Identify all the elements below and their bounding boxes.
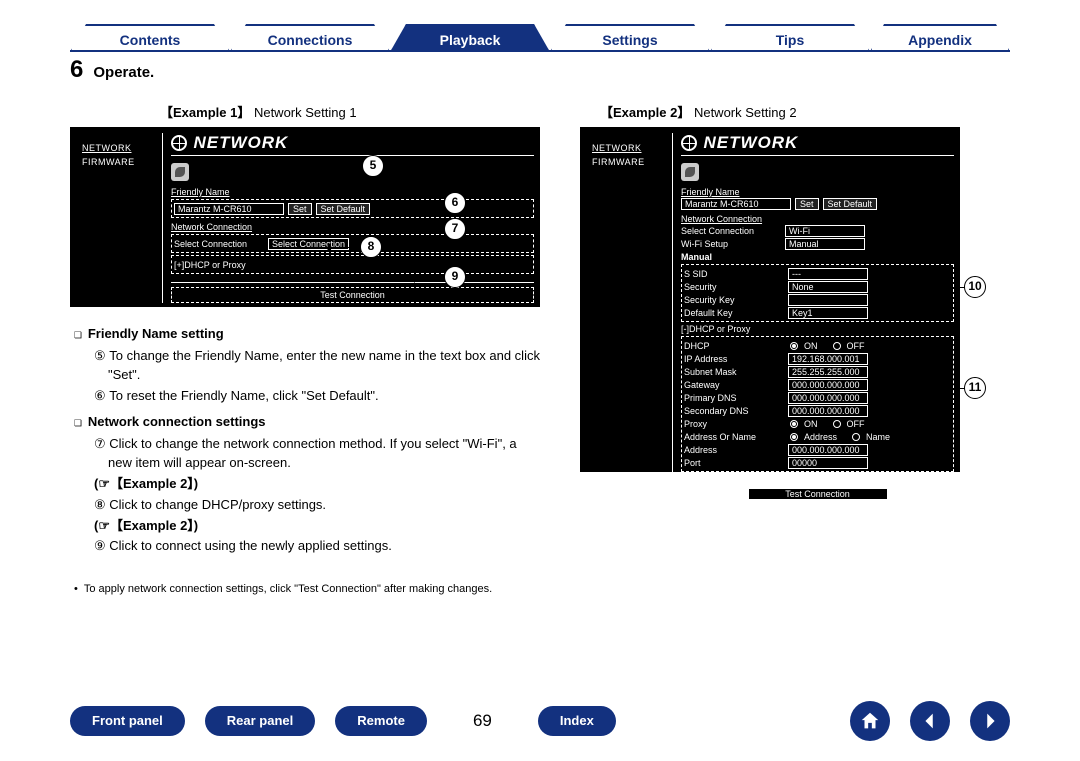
row-label: IP Address <box>684 354 784 364</box>
callout-5: 5 <box>362 155 384 177</box>
set-button-2[interactable]: Set <box>795 198 819 210</box>
row-value[interactable]: --- <box>788 268 868 280</box>
tab-appendix[interactable]: Appendix <box>870 24 1010 52</box>
wrench-icon <box>171 163 189 181</box>
tab-tips[interactable]: Tips <box>710 24 870 52</box>
tab-connections[interactable]: Connections <box>230 24 390 52</box>
example1-name: Network Setting 1 <box>254 105 357 120</box>
row-value[interactable]: 000.000.000.000 <box>788 444 868 456</box>
home-icon[interactable] <box>850 701 890 741</box>
row-value[interactable]: 192.168.000.001 <box>788 353 868 365</box>
index-button[interactable]: Index <box>538 706 616 736</box>
row-label: Secondary DNS <box>684 406 784 416</box>
row-label: Gateway <box>684 380 784 390</box>
radio-off[interactable] <box>833 342 841 350</box>
remote-button[interactable]: Remote <box>335 706 427 736</box>
callout-8: 8 <box>360 236 382 258</box>
nc-head-2: Network Connection <box>681 214 954 224</box>
example2-panel: NETWORK FIRMWARE NETWORK Friendly Name M… <box>580 127 960 472</box>
row-value[interactable]: 000.000.000.000 <box>788 379 868 391</box>
example2-name: Network Setting 2 <box>694 105 797 120</box>
test-connection-button[interactable]: Test Connection <box>320 290 385 300</box>
step-number: 6 <box>70 56 83 84</box>
callout-11: 11 <box>964 377 986 399</box>
friendly-head: Friendly Name <box>171 187 534 197</box>
row-value[interactable] <box>788 294 868 306</box>
dhcp-head[interactable]: [-]DHCP or Proxy <box>681 324 954 334</box>
globe-icon <box>681 135 697 151</box>
row-label: Subnet Mask <box>684 367 784 377</box>
side-firmware: FIRMWARE <box>82 157 156 167</box>
row-label: Security <box>684 282 784 292</box>
side-network: NETWORK <box>82 143 156 153</box>
row-label: Port <box>684 458 784 468</box>
row-label: Primary DNS <box>684 393 784 403</box>
row-label: S SID <box>684 269 784 279</box>
right-column: 【Example 2】 Network Setting 2 NETWORK FI… <box>580 102 1010 598</box>
select-conn-label: Select Connection <box>174 239 264 249</box>
example2-label: 【Example 2】 <box>600 105 690 120</box>
test-connection-button-2[interactable]: Test Connection <box>748 488 888 500</box>
callout-6: 6 <box>444 192 466 214</box>
callout-9: 9 <box>444 266 466 288</box>
radio-on[interactable] <box>790 420 798 428</box>
row-label: Security Key <box>684 295 784 305</box>
front-panel-button[interactable]: Front panel <box>70 706 185 736</box>
example1-panel: NETWORK FIRMWARE NETWORK Friendly Name M… <box>70 127 540 307</box>
friendly-head-2: Friendly Name <box>681 187 954 197</box>
radio-off[interactable] <box>833 420 841 428</box>
dhcp-proxy-toggle[interactable]: [+]DHCP or Proxy <box>174 260 246 270</box>
set-default-button-2[interactable]: Set Default <box>823 198 878 210</box>
nc-head: Network Connection <box>171 222 534 232</box>
row-label: DHCP <box>684 341 784 351</box>
next-icon[interactable] <box>970 701 1010 741</box>
panel-title: NETWORK <box>194 133 289 152</box>
wrench-icon <box>681 163 699 181</box>
globe-icon <box>171 135 187 151</box>
row-label: Select Connection <box>681 226 781 236</box>
row-value[interactable]: Manual <box>785 238 865 250</box>
set-default-button[interactable]: Set Default <box>316 203 371 215</box>
bottom-nav: Front panel Rear panel Remote 69 Index <box>0 701 1080 741</box>
prev-icon[interactable] <box>910 701 950 741</box>
callout-10: 10 <box>964 276 986 298</box>
manual-head: Manual <box>681 252 954 262</box>
side-network-2: NETWORK <box>592 143 666 153</box>
tab-playback[interactable]: Playback <box>390 24 550 52</box>
radio-address[interactable] <box>790 433 798 441</box>
callout-7: 7 <box>444 218 466 240</box>
side-firmware-2: FIRMWARE <box>592 157 666 167</box>
step-title: Operate. <box>93 64 154 81</box>
row-label: Address Or Name <box>684 432 784 442</box>
row-label: Address <box>684 445 784 455</box>
row-value[interactable]: Wi-Fi <box>785 225 865 237</box>
body-text: ❏Friendly Name setting ⑤ To change the F… <box>70 325 540 598</box>
row-value[interactable]: Key1 <box>788 307 868 319</box>
row-label: Defaullt Key <box>684 308 784 318</box>
rear-panel-button[interactable]: Rear panel <box>205 706 315 736</box>
row-value[interactable]: 000.000.000.000 <box>788 392 868 404</box>
page-number: 69 <box>473 711 492 731</box>
top-nav: Contents Connections Playback Settings T… <box>70 20 1010 52</box>
tab-contents[interactable]: Contents <box>70 24 230 52</box>
friendly-name-input-2[interactable]: Marantz M-CR610 <box>681 198 791 210</box>
panel-title-2: NETWORK <box>704 133 799 152</box>
row-value[interactable]: None <box>788 281 868 293</box>
row-value[interactable]: 255.255.255.000 <box>788 366 868 378</box>
row-value[interactable]: 000.000.000.000 <box>788 405 868 417</box>
set-button[interactable]: Set <box>288 203 312 215</box>
friendly-name-input[interactable]: Marantz M-CR610 <box>174 203 284 215</box>
radio-on[interactable] <box>790 342 798 350</box>
left-column: 【Example 1】 Network Setting 1 NETWORK FI… <box>70 102 540 598</box>
row-label: Wi-Fi Setup <box>681 239 781 249</box>
row-value[interactable]: 00000 <box>788 457 868 469</box>
row-label: Proxy <box>684 419 784 429</box>
radio-name[interactable] <box>852 433 860 441</box>
example1-label: 【Example 1】 <box>160 105 250 120</box>
tab-settings[interactable]: Settings <box>550 24 710 52</box>
